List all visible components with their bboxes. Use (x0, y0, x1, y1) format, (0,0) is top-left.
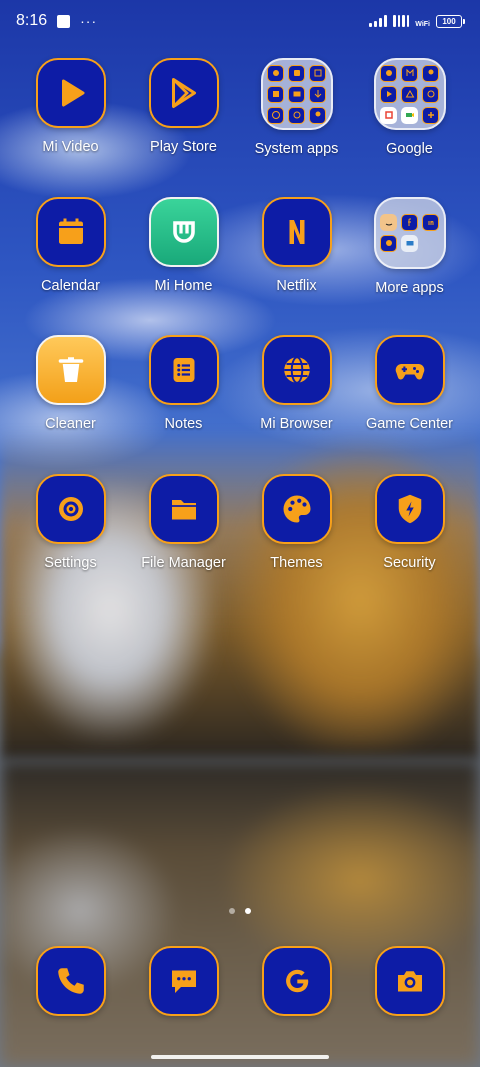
app-mi-browser[interactable]: Mi Browser (240, 335, 353, 474)
mini-facebook-icon (401, 213, 418, 231)
mini-bulb-icon (309, 106, 326, 124)
app-label: Security (383, 554, 436, 571)
app-label: Mi Browser (260, 416, 333, 432)
notes-icon[interactable] (148, 335, 219, 405)
dock-camera[interactable] (353, 946, 466, 1016)
app-label: Mi Video (42, 139, 99, 155)
page-dot[interactable] (229, 908, 235, 914)
play-store-icon[interactable] (148, 58, 219, 128)
message-icon[interactable] (148, 946, 219, 1016)
gamepad-icon[interactable] (374, 335, 445, 405)
folder-icon-more-apps[interactable] (373, 196, 446, 269)
app-label: File Manager (141, 554, 226, 571)
mi-home-icon[interactable] (148, 196, 219, 267)
mini-gallery-icon (267, 64, 284, 82)
trash-icon[interactable] (35, 335, 106, 405)
mini-compass-icon (267, 106, 284, 124)
app-play-store[interactable]: Play Store (127, 58, 240, 197)
dock-phone[interactable] (14, 946, 127, 1016)
mini-whatsapp-icon (288, 106, 305, 124)
app-cleaner[interactable]: Cleaner (14, 335, 127, 474)
app-label: Notes (164, 416, 203, 432)
mini-download-icon (309, 85, 326, 103)
app-notes[interactable]: Notes (127, 335, 240, 474)
mini-mail-icon (288, 85, 305, 103)
mini-youtube-icon (380, 85, 397, 103)
dock-google[interactable] (240, 946, 353, 1016)
app-label: Play Store (150, 139, 217, 155)
mini-sparkle-icon (380, 234, 397, 252)
camera-icon[interactable] (374, 946, 445, 1016)
app-mi-video[interactable]: Mi Video (14, 58, 127, 197)
app-label: System apps (254, 141, 339, 157)
mini-plus-icon (422, 106, 439, 124)
notification-icon (57, 14, 71, 28)
mini-linkedin-icon (422, 213, 439, 231)
page-indicator (0, 908, 480, 914)
app-label: Calendar (41, 277, 100, 294)
calendar-icon[interactable] (35, 196, 106, 267)
folder-icon[interactable] (148, 473, 219, 544)
app-label: Mi Home (154, 277, 213, 294)
mini-gmail-icon (401, 64, 418, 82)
mini-amazon-icon (380, 213, 397, 231)
app-mi-home[interactable]: Mi Home (127, 196, 240, 336)
mini-card-icon (401, 234, 418, 252)
signal-icon (369, 15, 388, 27)
app-security[interactable]: Security (353, 473, 466, 613)
app-label: Google (386, 141, 433, 157)
shield-icon[interactable] (374, 473, 445, 544)
status-bar: 8:16 ··· WiFi 100 (0, 0, 480, 42)
mini-chrome-icon (380, 64, 397, 82)
globe-icon[interactable] (261, 335, 332, 405)
app-label: Themes (270, 554, 323, 571)
folder-more-apps[interactable]: More apps (353, 196, 466, 336)
mini-photos-icon (380, 106, 397, 124)
signal-2-icon (393, 15, 410, 27)
mini-drive-icon (401, 85, 418, 103)
palette-icon[interactable] (261, 473, 332, 544)
dock (14, 946, 466, 1016)
mini-calculator-icon (309, 64, 326, 82)
app-label: Cleaner (45, 416, 96, 432)
wifi-icon: WiFi (415, 20, 430, 28)
google-g-icon[interactable] (261, 946, 332, 1016)
netflix-icon[interactable] (261, 196, 332, 267)
app-themes[interactable]: Themes (240, 473, 353, 613)
phone-icon[interactable] (35, 946, 106, 1016)
mini-play-music-icon (422, 85, 439, 103)
app-label: Game Center (365, 416, 454, 432)
dock-messages[interactable] (127, 946, 240, 1016)
app-label: Netflix (276, 277, 317, 294)
mini-weather-icon (267, 85, 284, 103)
app-label: Settings (44, 554, 97, 571)
app-grid: Mi Video Play Store System apps Google C… (14, 58, 466, 612)
app-game-center[interactable]: Game Center (353, 335, 466, 474)
app-file-manager[interactable]: File Manager (127, 473, 240, 613)
folder-icon-google[interactable] (373, 58, 446, 130)
play-icon[interactable] (35, 58, 106, 128)
gear-icon[interactable] (35, 473, 106, 544)
folder-system-apps[interactable]: System apps (240, 58, 353, 197)
mini-maps-icon (422, 64, 439, 82)
app-calendar[interactable]: Calendar (14, 196, 127, 336)
more-notifications-icon: ··· (80, 13, 98, 29)
folder-google[interactable]: Google (353, 58, 466, 197)
home-indicator-bar[interactable] (151, 1055, 329, 1059)
folder-icon-system-apps[interactable] (260, 58, 333, 130)
mini-clock-icon (288, 64, 305, 82)
status-time: 8:16 (16, 12, 48, 29)
page-dot-active[interactable] (245, 908, 251, 914)
app-label: More apps (375, 279, 444, 296)
battery-icon: 100 (436, 14, 465, 28)
mini-meet-icon (401, 106, 418, 124)
app-settings[interactable]: Settings (14, 473, 127, 613)
app-netflix[interactable]: Netflix (240, 196, 353, 336)
